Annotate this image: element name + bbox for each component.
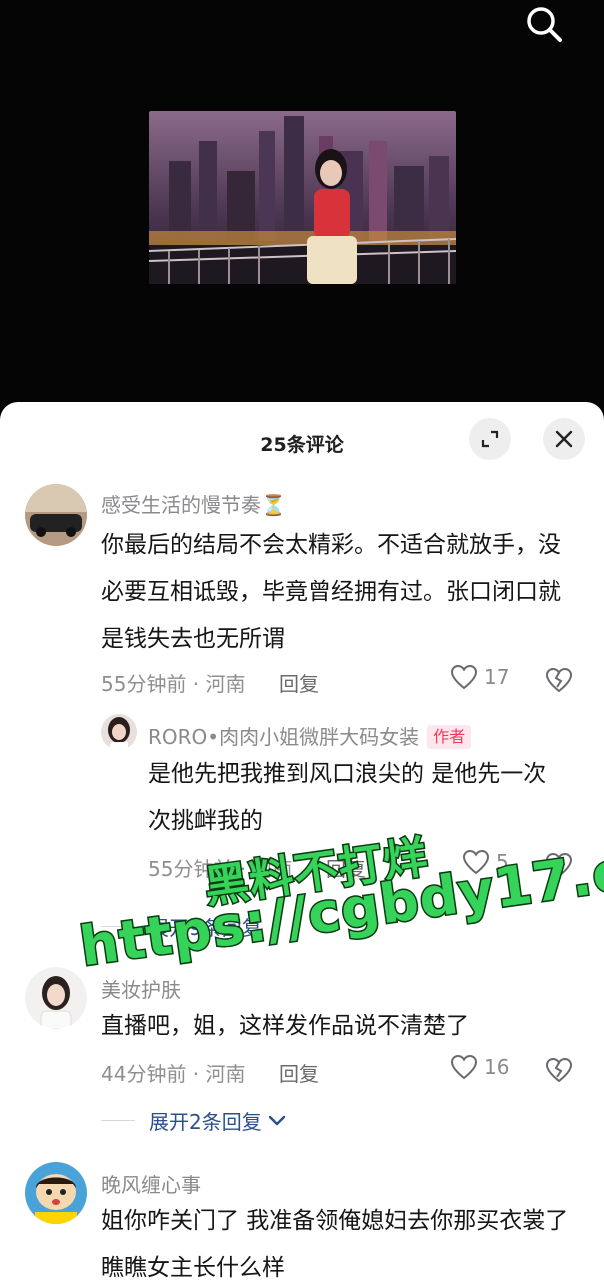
comment-username[interactable]: 感受生活的慢节奏⏳ xyxy=(101,489,286,518)
comments-sheet: 25条评论 感受生活的慢节奏⏳ 你最后的结局不会太精彩。不适合就放手，没必要互相… xyxy=(0,402,604,1280)
comment-time-location: 55分钟前 · 河南 xyxy=(101,672,246,696)
heart-icon xyxy=(450,1054,478,1080)
comment-username[interactable]: RORO•肉肉小姐微胖大码女装 作者 xyxy=(148,721,472,750)
video-thumbnail[interactable] xyxy=(149,111,456,284)
comment-text: 你最后的结局不会太精彩。不适合就放手，没必要互相诋毁，毕竟曾经拥有过。张口闭口就… xyxy=(101,532,561,652)
like-button[interactable]: 5 xyxy=(462,849,509,875)
chevron-down-icon xyxy=(268,1115,285,1125)
author-badge: 作者 xyxy=(427,725,472,749)
expand-icon xyxy=(481,430,499,448)
comment-time-location: 55分钟前 · 河南 xyxy=(148,857,293,881)
avatar[interactable] xyxy=(25,1162,87,1224)
divider xyxy=(101,926,135,927)
search-icon[interactable] xyxy=(522,4,566,44)
comments-count-title: 25条评论 xyxy=(260,434,344,456)
divider xyxy=(101,1120,135,1121)
heart-icon xyxy=(450,664,478,690)
comment-text: 是他先把我推到风口浪尖的 是他先一次次挑衅我的 xyxy=(148,761,547,834)
dislike-icon[interactable] xyxy=(545,1056,573,1084)
expand-button[interactable] xyxy=(469,418,511,460)
comment-text: 直播吧，姐，这样发作品说不清楚了 xyxy=(101,1013,469,1039)
video-player[interactable] xyxy=(0,0,604,410)
avatar[interactable] xyxy=(25,484,87,546)
like-count: 5 xyxy=(496,850,509,874)
comment-username[interactable]: 美妆护肤 xyxy=(101,974,181,1003)
reply-button[interactable]: 回复 xyxy=(279,1058,319,1087)
dislike-icon[interactable] xyxy=(545,851,573,879)
dislike-icon[interactable] xyxy=(545,666,573,694)
like-count: 17 xyxy=(484,665,510,689)
like-button[interactable]: 17 xyxy=(450,664,509,690)
comment-time-location: 44分钟前 · 河南 xyxy=(101,1062,246,1086)
close-icon xyxy=(555,430,573,448)
comment-username[interactable]: 晚风缠心事 xyxy=(101,1169,201,1198)
expand-replies-button[interactable]: 展开2条回复 xyxy=(101,1106,286,1135)
heart-icon xyxy=(462,849,490,875)
expand-replies-button[interactable]: 展开9条回复 xyxy=(101,912,262,941)
like-button[interactable]: 16 xyxy=(450,1054,509,1080)
avatar[interactable] xyxy=(101,714,137,750)
avatar[interactable] xyxy=(25,967,87,1029)
like-count: 16 xyxy=(484,1055,510,1079)
reply-button[interactable]: 回复 xyxy=(326,853,366,882)
comment-text: 姐你咋关门了 我准备领俺媳妇去你那买衣裳了瞧瞧女主长什么样 xyxy=(101,1208,569,1280)
close-button[interactable] xyxy=(543,418,585,460)
reply-button[interactable]: 回复 xyxy=(279,668,319,697)
